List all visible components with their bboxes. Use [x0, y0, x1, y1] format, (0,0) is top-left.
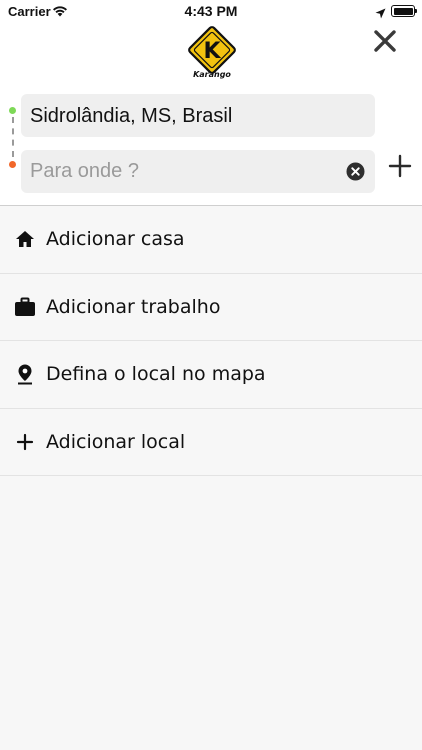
destination-input[interactable] — [30, 158, 330, 185]
logo-caption: Karango — [193, 70, 231, 79]
add-stop-button[interactable] — [388, 154, 412, 178]
origin-value[interactable]: Sidrolândia, MS, Brasil — [30, 105, 232, 128]
destination-dot — [9, 161, 16, 168]
list-item-add-home[interactable]: Adicionar casa — [0, 206, 422, 274]
status-bar: Carrier 4:43 PM — [0, 0, 422, 24]
list-item-add-place[interactable]: Adicionar local — [0, 409, 422, 476]
plus-icon — [14, 431, 36, 453]
clear-circle-icon — [346, 162, 365, 181]
clear-destination-button[interactable] — [346, 162, 365, 181]
close-button[interactable] — [370, 26, 400, 56]
list-item-label: Defina o local no mapa — [46, 363, 266, 385]
top-panel: Carrier 4:43 PM K Karango Sidrolândia, M… — [0, 0, 422, 205]
location-arrow-icon — [375, 6, 386, 24]
home-icon — [14, 228, 36, 250]
location-pin-icon — [14, 363, 36, 385]
list-item-label: Adicionar casa — [46, 228, 185, 250]
plus-icon — [388, 154, 412, 178]
list-item-label: Adicionar trabalho — [46, 295, 221, 318]
briefcase-icon — [14, 296, 36, 318]
close-icon — [374, 30, 396, 52]
destination-field[interactable] — [21, 150, 375, 193]
origin-dot — [9, 107, 16, 114]
clock-time: 4:43 PM — [184, 3, 238, 19]
battery-icon — [391, 5, 415, 17]
list-item-set-on-map[interactable]: Defina o local no mapa — [0, 341, 422, 409]
logo-letter: K — [203, 39, 221, 64]
places-list: Adicionar casa Adicionar trabalho Defina… — [0, 206, 422, 476]
battery-tip — [415, 9, 417, 13]
route-dashed-line — [12, 117, 14, 157]
list-item-add-work[interactable]: Adicionar trabalho — [0, 274, 422, 341]
origin-field[interactable]: Sidrolândia, MS, Brasil — [21, 94, 375, 137]
list-item-label: Adicionar local — [46, 430, 186, 453]
